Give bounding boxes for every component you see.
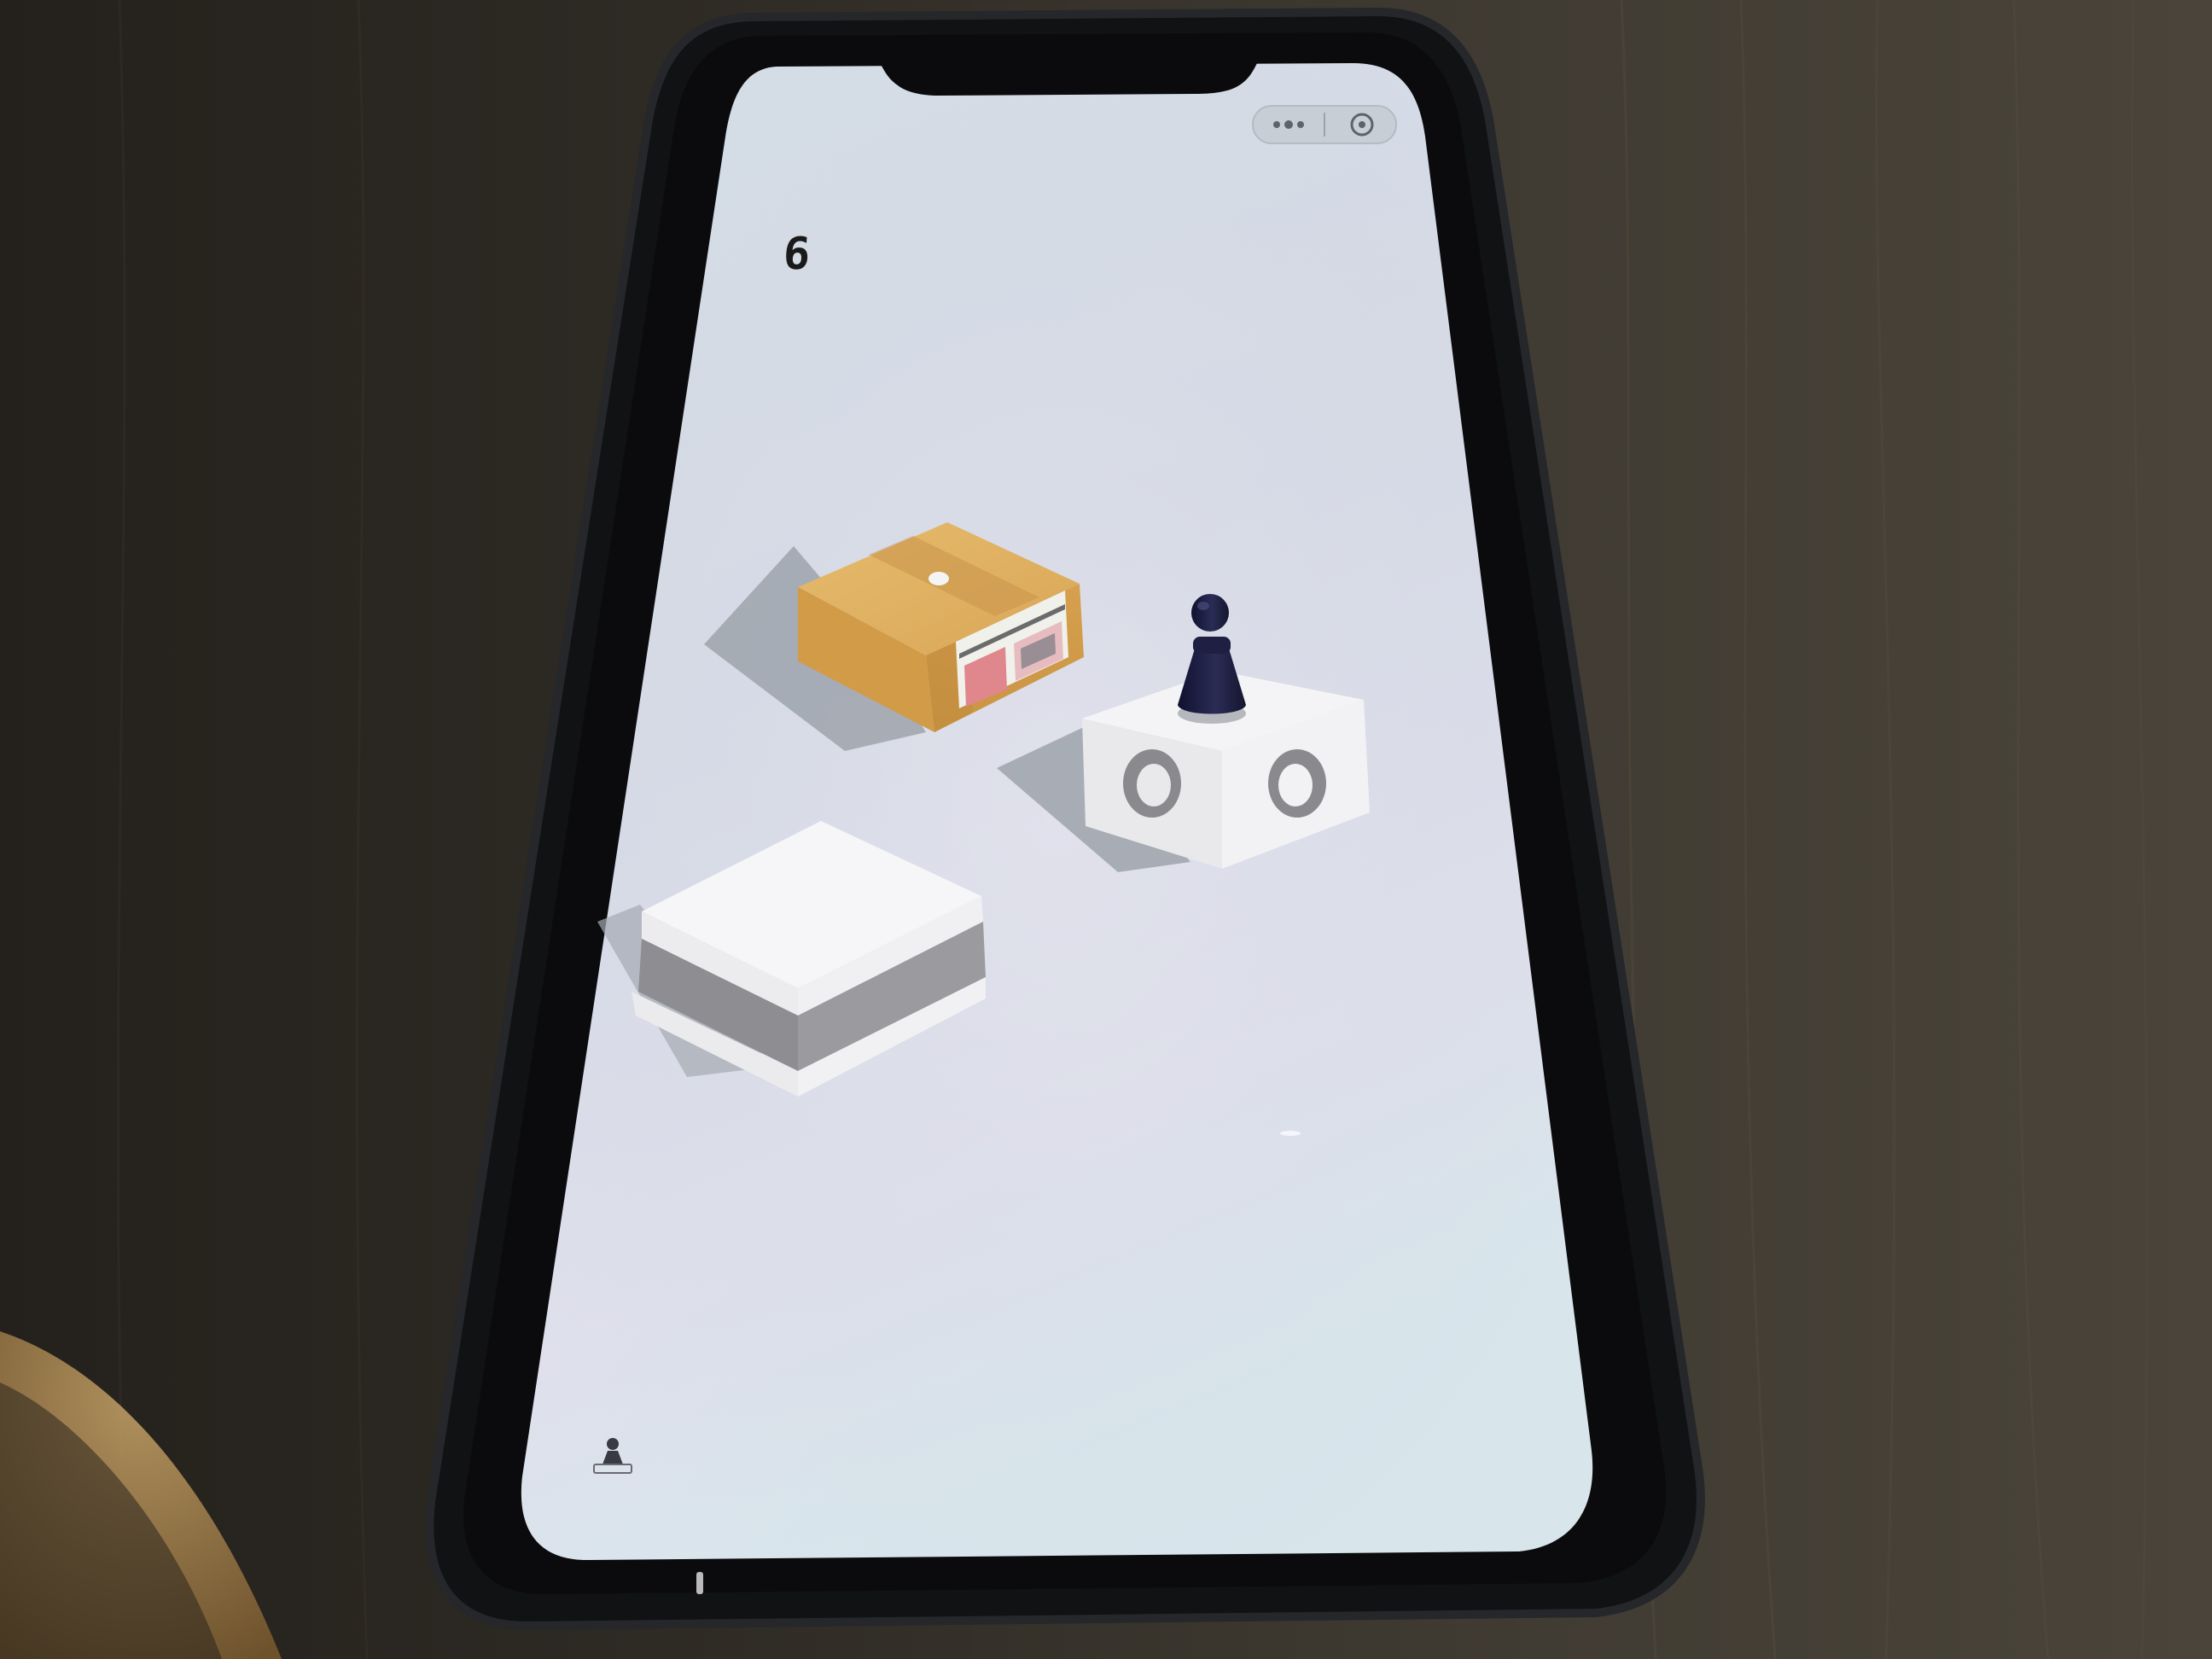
menu-capsule [1252, 105, 1397, 144]
phone-notch [879, 60, 1259, 96]
scene-svg [0, 0, 2212, 1659]
ellipsis-icon[interactable] [1273, 120, 1304, 129]
photo-scene: 6 [0, 0, 2212, 1659]
screen-reflection [1280, 1131, 1301, 1136]
score-counter: 6 [781, 229, 812, 280]
charging-port-reflection [696, 1572, 703, 1594]
